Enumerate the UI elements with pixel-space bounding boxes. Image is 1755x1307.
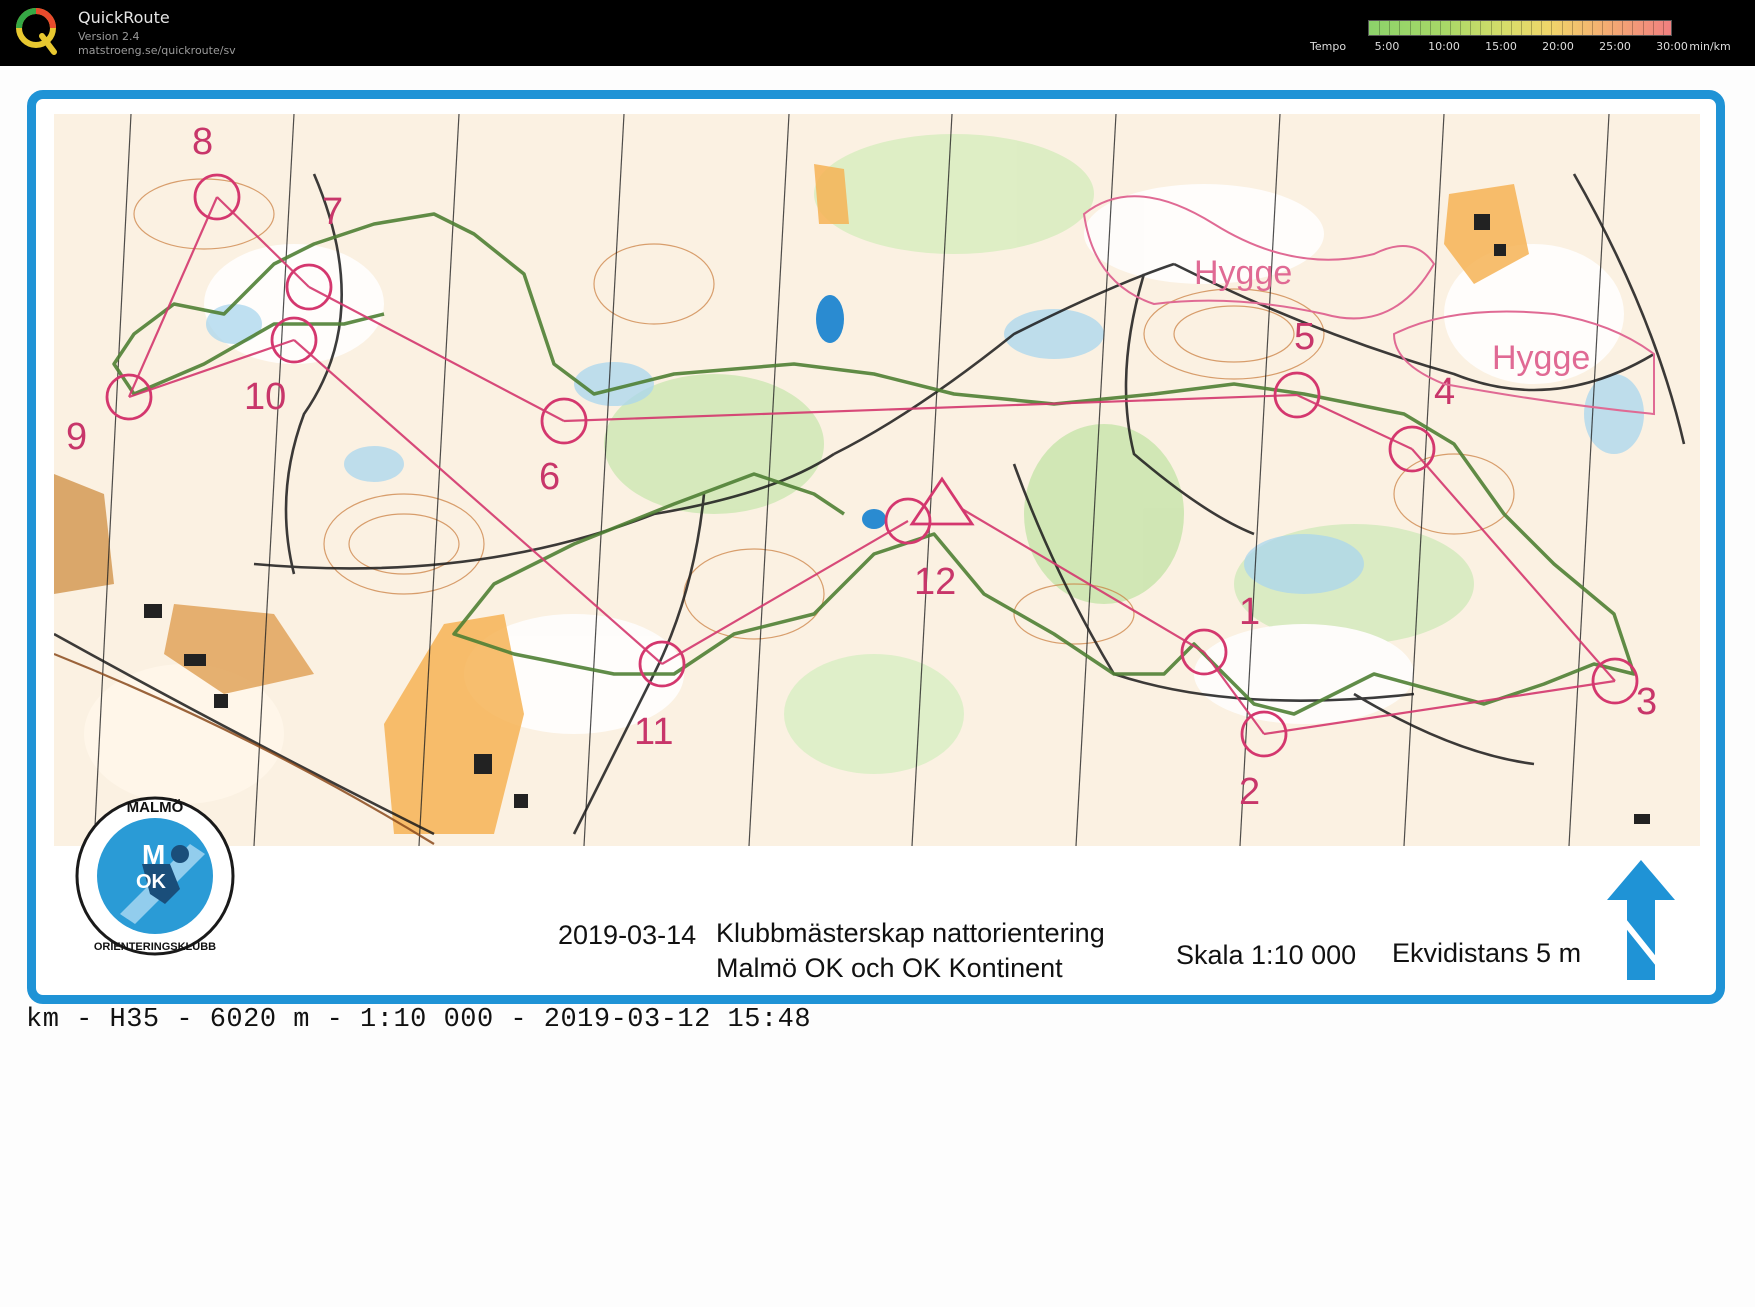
event-clubs: Malmö OK och OK Kontinent (716, 953, 1063, 983)
logo-letters-top: M (142, 839, 165, 870)
tempo-scale-tick (1450, 21, 1452, 35)
tempo-scale-tick (1500, 21, 1502, 35)
control-number: 7 (322, 191, 343, 233)
tempo-scale-tick (1510, 21, 1512, 35)
tempo-scale-tick (1439, 21, 1441, 35)
tempo-scale-tick (1622, 21, 1624, 35)
control-number: 9 (66, 416, 87, 458)
tempo-scale-tick (1490, 21, 1492, 35)
tempo-tick: 25:00 (1599, 40, 1631, 53)
tempo-ticks: 5:00 10:00 15:00 20:00 25:00 30:00 min/k… (1368, 40, 1731, 54)
app-title: QuickRoute (78, 8, 170, 27)
quickroute-window: QuickRoute Version 2.4 matstroeng.se/qui… (0, 0, 1755, 1307)
map-scale: Skala 1:10 000 (1176, 940, 1357, 970)
tempo-unit: min/km (1689, 40, 1731, 53)
control-number: 3 (1636, 681, 1657, 723)
app-header: QuickRoute Version 2.4 matstroeng.se/qui… (0, 0, 1755, 66)
control-number: 8 (192, 121, 213, 163)
area-label-hygge: Hygge (1194, 254, 1292, 292)
control-number: 12 (914, 561, 956, 603)
malmo-ok-club-logo: M OK MALMÖ ORIENTERINGSKLUBB (75, 796, 235, 956)
tempo-scale-tick (1541, 21, 1543, 35)
tempo-scale-tick (1642, 21, 1644, 35)
tempo-tick: 15:00 (1485, 40, 1517, 53)
app-url-link[interactable]: matstroeng.se/quickroute/sv (78, 44, 236, 57)
tempo-tick: 20:00 (1542, 40, 1574, 53)
tempo-scale-tick (1561, 21, 1563, 35)
tempo-scale-tick (1389, 21, 1391, 35)
event-date: 2019-03-14 (558, 920, 697, 950)
tempo-scale-tick (1662, 21, 1664, 35)
quickroute-q-icon (16, 8, 57, 55)
tempo-scale-tick (1612, 21, 1614, 35)
tempo-scale-tick (1652, 21, 1654, 35)
control-number: 10 (244, 376, 286, 418)
area-label-hygge: Hygge (1492, 339, 1590, 377)
tempo-scale-tick (1429, 21, 1431, 35)
tempo-tick: 10:00 (1428, 40, 1460, 53)
tempo-label: Tempo (1310, 40, 1347, 53)
map-canvas[interactable]: 1 2 3 4 5 6 7 8 9 10 11 12 Hygge Hygge (54, 114, 1700, 846)
tempo-scale-tick (1460, 21, 1462, 35)
tempo-scale-tick (1399, 21, 1401, 35)
orienteering-map[interactable]: 1 2 3 4 5 6 7 8 9 10 11 12 Hygge Hygge (54, 114, 1700, 846)
control-number: 1 (1239, 591, 1260, 633)
logo-top-text: MALMÖ (127, 799, 184, 816)
tempo-scale-tick (1632, 21, 1634, 35)
control-number: 4 (1434, 371, 1455, 413)
tempo-tick: 5:00 (1374, 40, 1400, 53)
control-number: 11 (634, 711, 673, 753)
tempo-scale-tick (1602, 21, 1604, 35)
control-number: 6 (539, 456, 560, 498)
event-title: Klubbmästerskap nattorientering (716, 918, 1105, 948)
tempo-scale-tick (1521, 21, 1522, 35)
tempo-color-scale (1368, 20, 1672, 36)
tempo-scale-tick (1591, 21, 1593, 35)
app-version: Version 2.4 (78, 30, 140, 43)
logo-bottom-text: ORIENTERINGSKLUBB (94, 941, 216, 953)
tempo-scale-tick (1409, 21, 1411, 35)
tempo-scale-tick (1571, 21, 1573, 35)
map-equidistance: Ekvidistans 5 m (1392, 938, 1582, 968)
north-arrow-icon (1607, 860, 1675, 980)
tempo-tick: 30:00 (1656, 40, 1688, 53)
control-number: 5 (1294, 316, 1315, 358)
tempo-scale-tick (1531, 21, 1533, 35)
logo-letters-bottom: OK (136, 871, 167, 893)
route-info-text: km - H35 - 6020 m - 1:10 000 - 2019-03-1… (26, 1005, 812, 1035)
tempo-scale-tick (1419, 21, 1421, 35)
tempo-scale-tick (1581, 21, 1583, 35)
tempo-scale-tick (1379, 21, 1381, 35)
tempo-scale-tick (1470, 21, 1472, 35)
tempo-scale-tick (1551, 21, 1553, 35)
control-number: 2 (1239, 771, 1260, 813)
tempo-scale-tick (1480, 21, 1482, 35)
